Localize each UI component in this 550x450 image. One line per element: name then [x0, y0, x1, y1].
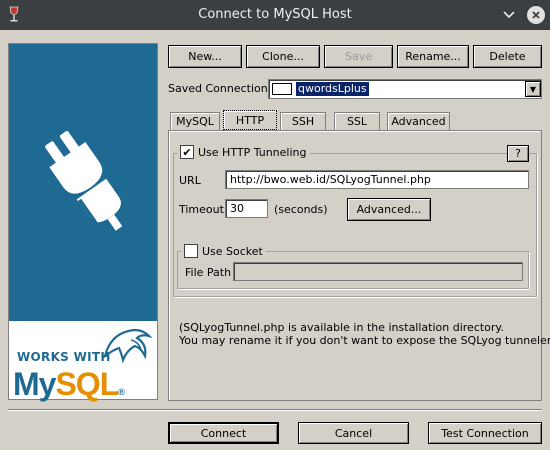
http-tab-panel: ✔ Use HTTP Tunneling ? URL http://bwo.we…	[168, 130, 550, 401]
branding-panel: WORKS WITH MySQL®	[8, 43, 158, 403]
window-title: Connect to MySQL Host	[198, 7, 352, 22]
http-tunneling-checkbox[interactable]: ✔	[180, 145, 194, 159]
advanced-button[interactable]: Advanced...	[347, 198, 431, 221]
url-label: URL	[179, 174, 201, 187]
chevron-down-icon[interactable]	[500, 6, 518, 24]
use-http-tunneling-toggle[interactable]: ✔ Use HTTP Tunneling	[177, 145, 310, 159]
help-button[interactable]: ?	[507, 145, 529, 162]
rename-button[interactable]: Rename...	[397, 45, 469, 68]
close-icon[interactable]	[527, 6, 545, 24]
url-input[interactable]: http://bwo.web.id/SQLyogTunnel.php	[225, 170, 529, 189]
note-line-1: (SQLyogTunnel.php is available in the in…	[179, 321, 504, 334]
tab-advanced[interactable]: Advanced	[387, 112, 450, 130]
title-bar: Connect to MySQL Host	[0, 0, 550, 30]
use-socket-checkbox[interactable]	[184, 244, 198, 258]
test-connection-button[interactable]: Test Connection	[428, 422, 542, 444]
dropdown-arrow-icon[interactable]: ▼	[525, 81, 541, 97]
works-with-text: WORKS WITH	[17, 350, 111, 364]
cancel-button[interactable]: Cancel	[298, 422, 409, 444]
mysql-logo: MySQL®	[13, 366, 125, 403]
saved-connections-selected: qwordsLplus	[296, 82, 369, 96]
tab-mysql[interactable]: MySQL	[170, 112, 220, 130]
connect-button[interactable]: Connect	[168, 422, 279, 444]
file-path-label: File Path	[185, 266, 232, 279]
note-line-2: You may rename it if you don't want to e…	[179, 334, 550, 347]
new-button[interactable]: New...	[168, 45, 242, 68]
timeout-label: Timeout	[179, 203, 224, 216]
mysql-logo-sql: SQL	[55, 366, 119, 402]
saved-connections-label: Saved Connections	[168, 82, 274, 95]
use-socket-label: Use Socket	[202, 244, 263, 258]
clone-button[interactable]: Clone...	[246, 45, 320, 68]
branding-blue-area	[9, 44, 157, 321]
use-http-tunneling-label: Use HTTP Tunneling	[198, 145, 307, 159]
connection-color-swatch	[272, 83, 292, 95]
tab-http[interactable]: HTTP	[223, 110, 277, 130]
save-button[interactable]: Save	[324, 45, 393, 68]
use-socket-toggle[interactable]: Use Socket	[181, 244, 266, 258]
footer-separator	[8, 409, 542, 411]
registered-mark: ®	[118, 387, 125, 397]
delete-button[interactable]: Delete	[473, 45, 542, 68]
timeout-unit: (seconds)	[274, 203, 328, 216]
plug-icon	[45, 131, 123, 231]
file-path-input[interactable]	[233, 262, 523, 281]
tab-ssl[interactable]: SSL	[334, 112, 380, 130]
dolphin-icon	[103, 328, 153, 364]
timeout-input[interactable]: 30	[225, 199, 268, 218]
tab-ssh[interactable]: SSH	[280, 112, 326, 130]
mysql-logo-my: My	[13, 366, 56, 402]
saved-connections-combo[interactable]: qwordsLplus ▼	[268, 79, 542, 99]
